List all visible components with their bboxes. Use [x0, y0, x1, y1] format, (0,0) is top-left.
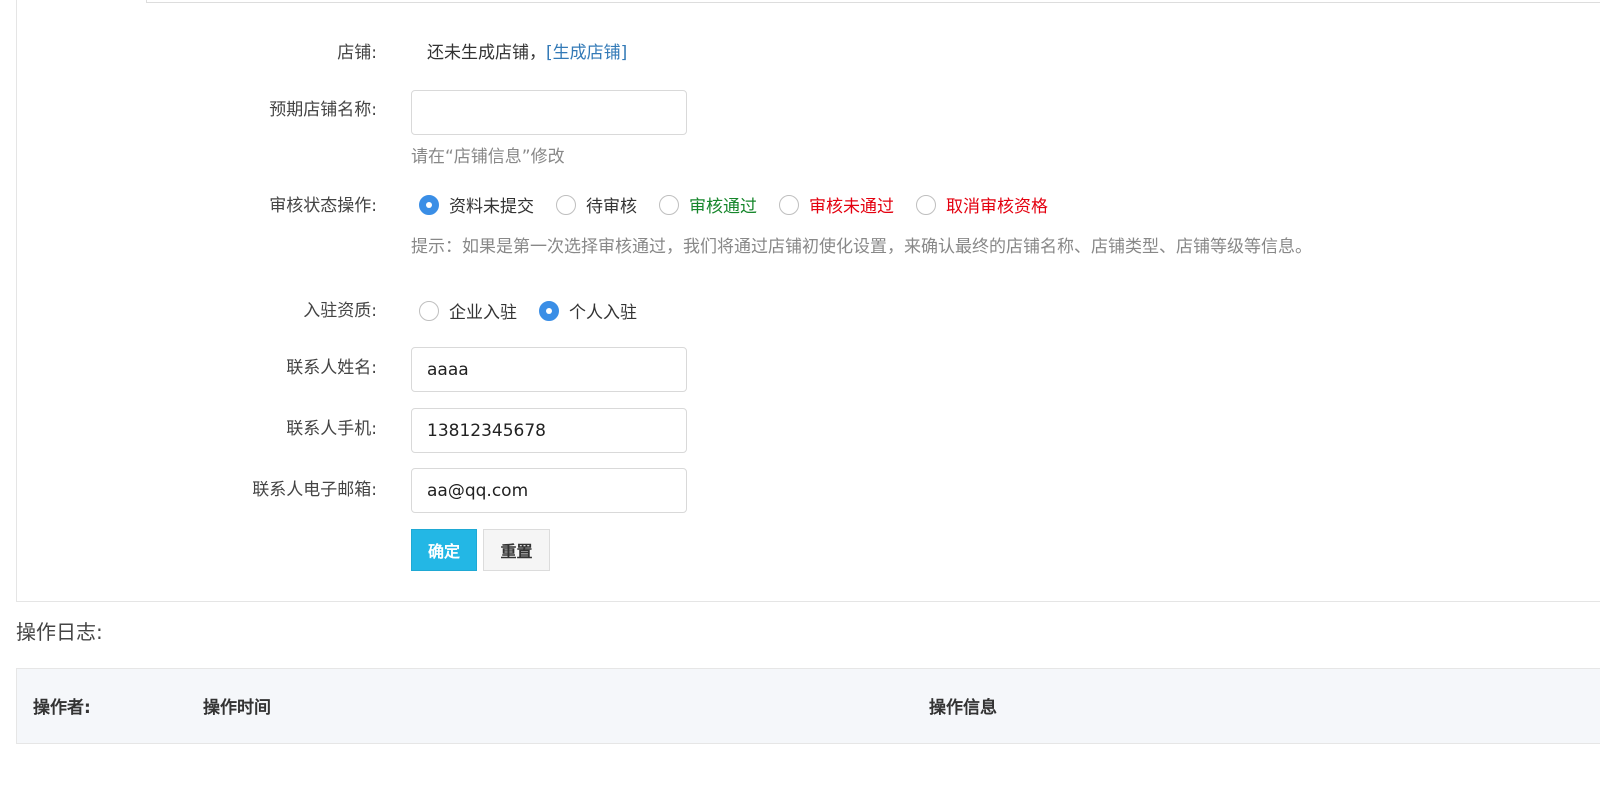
shop-status-text: 还未生成店铺，	[427, 43, 546, 63]
contact-phone-input[interactable]	[411, 408, 687, 453]
contact-name-label: 联系人姓名:	[286, 358, 377, 378]
audit-option-label: 审核通过	[689, 197, 757, 217]
audit-option-approved[interactable]: 审核通过	[651, 192, 757, 217]
qualification-option-label: 企业入驻	[449, 303, 517, 323]
expected-name-help: 请在“店铺信息”修改	[411, 147, 565, 167]
radio-unchecked-icon[interactable]	[419, 300, 439, 321]
qualification-label: 入驻资质:	[303, 301, 377, 321]
audit-option-label: 审核未通过	[809, 197, 894, 217]
radio-checked-icon[interactable]	[419, 194, 439, 215]
shop-label: 店铺:	[337, 43, 377, 63]
confirm-button[interactable]: 确定	[411, 529, 477, 571]
column-operation-info: 操作信息	[929, 698, 997, 718]
audit-option-label: 取消审核资格	[946, 197, 1048, 217]
qualification-option-personal[interactable]: 个人入驻	[531, 298, 637, 323]
audit-option-label: 资料未提交	[449, 197, 534, 217]
generate-shop-link[interactable]: [生成店铺]	[546, 43, 627, 63]
expected-shop-name-input[interactable]	[411, 90, 687, 135]
audit-form-panel: 店铺: 还未生成店铺，[生成店铺] 预期店铺名称: 请在“店铺信息”修改 审核状…	[16, 0, 1600, 602]
qualification-option-label: 个人入驻	[569, 303, 637, 323]
operation-log-table-header: 操作者: 操作时间 操作信息	[16, 668, 1600, 744]
radio-unchecked-icon[interactable]	[556, 194, 576, 215]
shop-status: 还未生成店铺，[生成店铺]	[427, 38, 627, 63]
column-operator: 操作者:	[33, 698, 91, 718]
audit-tip: 提示：如果是第一次选择审核通过，我们将通过店铺初使化设置，来确认最终的店铺名称、…	[411, 237, 1312, 257]
audit-option-revoke[interactable]: 取消审核资格	[908, 192, 1048, 217]
radio-unchecked-icon[interactable]	[916, 194, 936, 215]
operation-log-title: 操作日志:	[16, 620, 103, 644]
radio-unchecked-icon[interactable]	[659, 194, 679, 215]
audit-option-label: 待审核	[586, 197, 637, 217]
radio-checked-icon[interactable]	[539, 300, 559, 321]
qualification-radio-group: 企业入驻 个人入驻	[411, 298, 651, 323]
contact-name-input[interactable]	[411, 347, 687, 392]
audit-status-label: 审核状态操作:	[269, 196, 377, 216]
audit-option-rejected[interactable]: 审核未通过	[771, 192, 894, 217]
contact-email-label: 联系人电子邮箱:	[252, 480, 377, 500]
expected-name-label: 预期店铺名称:	[269, 100, 377, 120]
reset-button[interactable]: 重置	[483, 529, 550, 571]
radio-unchecked-icon[interactable]	[779, 194, 799, 215]
audit-option-not-submitted[interactable]: 资料未提交	[411, 192, 534, 217]
column-operation-time: 操作时间	[203, 698, 271, 718]
audit-option-pending[interactable]: 待审核	[548, 192, 637, 217]
contact-phone-label: 联系人手机:	[286, 419, 377, 439]
qualification-option-enterprise[interactable]: 企业入驻	[411, 298, 517, 323]
contact-email-input[interactable]	[411, 468, 687, 513]
audit-status-radio-group: 资料未提交 待审核 审核通过 审核未通过 取消审核资格	[411, 192, 1062, 217]
